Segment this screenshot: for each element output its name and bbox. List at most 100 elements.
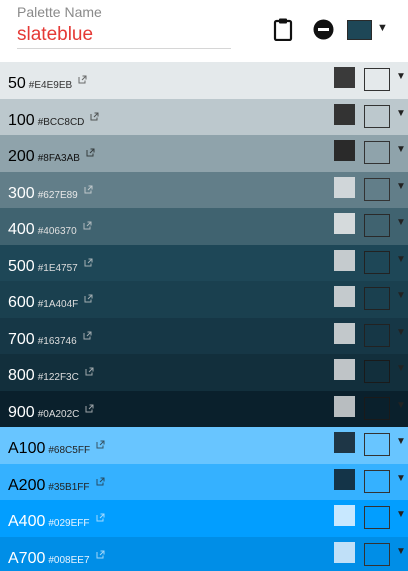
external-link-icon[interactable] <box>84 290 93 303</box>
chevron-down-icon[interactable]: ▼ <box>396 217 406 228</box>
palette-name-input[interactable]: slateblue <box>17 22 231 49</box>
palette-name-label: Palette Name <box>17 4 102 20</box>
shade-color-swatch[interactable] <box>364 360 390 383</box>
shade-color-swatch[interactable] <box>364 214 390 237</box>
shade-label: 700 #163746 <box>8 327 92 349</box>
contrast-color-swatch[interactable] <box>334 322 355 344</box>
shade-name: 200 <box>8 148 35 165</box>
chevron-down-icon[interactable]: ▼ <box>396 509 406 520</box>
shade-label: 900 #0A202C <box>8 400 94 422</box>
contrast-color-swatch[interactable] <box>334 103 355 125</box>
contrast-color-swatch[interactable] <box>334 176 355 198</box>
shade-color-swatch[interactable] <box>364 323 390 347</box>
chevron-down-icon[interactable]: ▼ <box>396 363 406 374</box>
external-link-icon[interactable] <box>85 400 94 412</box>
shade-name: 700 <box>8 330 35 348</box>
shade-label: 50 #E4E9EB <box>8 71 87 93</box>
shade-hex: #163746 <box>37 335 77 347</box>
clipboard-icon[interactable] <box>272 17 294 42</box>
shade-name: 900 <box>8 403 35 421</box>
shade-color-swatch[interactable] <box>364 250 390 274</box>
chevron-down-icon[interactable]: ▼ <box>396 400 406 411</box>
shade-label: 100 #BCC8CD <box>8 108 99 130</box>
chevron-down-icon[interactable]: ▼ <box>396 327 406 338</box>
shade-color-swatch[interactable] <box>364 433 390 456</box>
contrast-color-swatch[interactable] <box>334 359 355 380</box>
shade-color-swatch[interactable] <box>364 287 390 310</box>
external-link-icon[interactable] <box>90 108 99 120</box>
shade-row: 300 #627E89 ▼ <box>0 171 408 208</box>
shade-color-swatch[interactable] <box>364 396 390 420</box>
chevron-down-icon[interactable]: ▼ <box>396 254 406 265</box>
shade-hex: #008EE7 <box>48 554 90 566</box>
chevron-down-icon[interactable]: ▼ <box>396 71 406 82</box>
shade-color-swatch[interactable] <box>364 506 390 529</box>
shade-hex: #BCC8CD <box>37 116 85 128</box>
shade-name: 400 <box>8 221 35 238</box>
contrast-color-swatch[interactable] <box>334 249 355 271</box>
shade-row: A700 #008EE7 ▼ <box>0 536 408 571</box>
contrast-color-swatch[interactable] <box>334 432 355 453</box>
shade-name: A400 <box>8 513 46 530</box>
shade-row: 50 #E4E9EB ▼ <box>0 62 408 99</box>
shade-row: 700 #163746 ▼ <box>0 317 408 354</box>
contrast-color-swatch[interactable] <box>334 67 355 88</box>
shade-color-swatch[interactable] <box>364 542 390 566</box>
contrast-color-swatch[interactable] <box>334 140 355 161</box>
external-link-icon[interactable] <box>83 217 92 230</box>
external-link-icon[interactable] <box>84 254 93 266</box>
shade-name: 800 <box>8 367 35 384</box>
shade-hex: #E4E9EB <box>28 80 73 91</box>
palette-header: Palette Name slateblue ▼ <box>0 0 408 62</box>
shade-label: A100 #68C5FF <box>8 436 105 458</box>
external-link-icon[interactable] <box>96 436 105 449</box>
shade-color-swatch[interactable] <box>364 68 390 91</box>
external-link-icon[interactable] <box>96 546 105 558</box>
shade-hex: #8FA3AB <box>37 153 80 164</box>
contrast-color-swatch[interactable] <box>334 468 355 490</box>
contrast-color-swatch[interactable] <box>334 286 355 307</box>
shade-color-swatch[interactable] <box>364 141 390 164</box>
contrast-color-swatch[interactable] <box>334 505 355 526</box>
shade-label: 800 #122F3C <box>8 363 94 385</box>
shade-label: 600 #1A404F <box>8 290 93 312</box>
shade-hex: #68C5FF <box>48 445 91 456</box>
external-link-icon[interactable] <box>96 509 105 522</box>
external-link-icon[interactable] <box>78 71 87 84</box>
shade-hex: #627E89 <box>37 189 78 201</box>
contrast-color-swatch[interactable] <box>334 541 355 563</box>
shade-row: A400 #029EFF ▼ <box>0 500 408 537</box>
contrast-color-swatch[interactable] <box>334 213 355 234</box>
shade-color-swatch[interactable] <box>364 177 390 201</box>
shade-color-swatch[interactable] <box>364 469 390 493</box>
shade-label: A700 #008EE7 <box>8 546 105 568</box>
external-link-icon[interactable] <box>83 327 92 339</box>
external-link-icon[interactable] <box>85 363 94 376</box>
shade-name: A100 <box>8 440 46 457</box>
shade-row: A100 #68C5FF ▼ <box>0 427 408 464</box>
shade-label: 500 #1E4757 <box>8 254 93 276</box>
shade-name: A200 <box>8 476 46 494</box>
chevron-down-icon[interactable]: ▼ <box>396 181 406 192</box>
chevron-down-icon[interactable]: ▼ <box>396 144 406 155</box>
shade-row: 500 #1E4757 ▼ <box>0 244 408 281</box>
shade-row: 200 #8FA3AB ▼ <box>0 135 408 172</box>
contrast-color-swatch[interactable] <box>334 395 355 417</box>
external-link-icon[interactable] <box>86 144 95 157</box>
shade-hex: #0A202C <box>37 408 80 420</box>
shade-label: 300 #627E89 <box>8 181 93 203</box>
chevron-down-icon[interactable]: ▼ <box>396 473 406 484</box>
chevron-down-icon[interactable]: ▼ <box>396 290 406 301</box>
external-link-icon[interactable] <box>96 473 105 485</box>
shade-color-swatch[interactable] <box>364 104 390 128</box>
chevron-down-icon[interactable]: ▼ <box>377 22 388 34</box>
shade-row: 400 #406370 ▼ <box>0 208 408 245</box>
shade-name: 500 <box>8 257 35 275</box>
chevron-down-icon[interactable]: ▼ <box>396 436 406 447</box>
palette-color-swatch[interactable] <box>347 20 372 40</box>
chevron-down-icon[interactable]: ▼ <box>396 108 406 119</box>
minus-circle-icon[interactable] <box>313 19 334 40</box>
external-link-icon[interactable] <box>84 181 93 193</box>
chevron-down-icon[interactable]: ▼ <box>396 546 406 557</box>
shade-name: 600 <box>8 294 35 311</box>
